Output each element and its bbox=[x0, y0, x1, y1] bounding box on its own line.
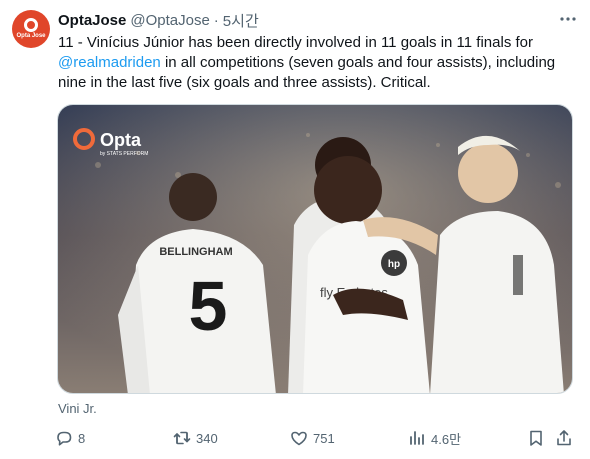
svg-text:hp: hp bbox=[388, 259, 400, 270]
reply-button[interactable]: 8 bbox=[54, 426, 85, 450]
views-button[interactable]: 4.6만 bbox=[407, 426, 461, 450]
shirt-name: BELLINGHAM bbox=[159, 246, 232, 258]
tweet-header: OptaJose @OptaJose · 5시간 bbox=[58, 10, 259, 30]
bookmark-icon bbox=[530, 430, 542, 446]
bookmark-button[interactable] bbox=[524, 426, 548, 450]
tweet-photo[interactable]: BELLINGHAM 5 hp fly Emirates Opta by STA… bbox=[57, 104, 573, 394]
heart-icon bbox=[291, 431, 307, 446]
timestamp[interactable]: 5시간 bbox=[223, 10, 259, 31]
like-count: 751 bbox=[313, 430, 335, 446]
shirt-number: 5 bbox=[189, 267, 228, 345]
avatar[interactable]: Opta Jose bbox=[12, 10, 50, 48]
like-button[interactable]: 751 bbox=[289, 426, 335, 450]
opta-logo-subtext: by STATS PERFORM bbox=[100, 151, 148, 157]
user-handle[interactable]: @OptaJose bbox=[130, 12, 209, 29]
tweet-text-start: 11 - Vinícius Júnior has been directly i… bbox=[58, 34, 533, 51]
views-chart-icon bbox=[410, 431, 424, 445]
more-icon bbox=[560, 17, 576, 21]
repost-count: 340 bbox=[196, 430, 218, 446]
media-caption: Vini Jr. bbox=[58, 401, 97, 416]
opta-logo-text: Opta bbox=[100, 130, 142, 150]
view-count: 4.6만 bbox=[431, 431, 462, 447]
tweet-text: 11 - Vinícius Júnior has been directly i… bbox=[58, 33, 578, 93]
more-options-button[interactable] bbox=[556, 8, 580, 30]
action-bar: 8 340 751 4.6만 bbox=[54, 426, 580, 450]
reply-icon bbox=[57, 431, 72, 446]
share-button[interactable] bbox=[552, 426, 576, 450]
celebration-photo: BELLINGHAM 5 hp fly Emirates Opta by STA… bbox=[58, 105, 572, 393]
tweet[interactable]: Opta Jose OptaJose @OptaJose · 5시간 11 - … bbox=[0, 0, 590, 459]
display-name[interactable]: OptaJose bbox=[58, 12, 126, 29]
repost-icon bbox=[173, 431, 191, 445]
repost-button[interactable]: 340 bbox=[172, 426, 218, 450]
share-icon bbox=[557, 430, 571, 446]
avatar-text: Opta Jose bbox=[16, 33, 46, 39]
separator-dot: · bbox=[213, 11, 219, 29]
reply-count: 8 bbox=[78, 430, 86, 446]
mention-link[interactable]: @realmadriden bbox=[58, 54, 161, 71]
opta-logo-icon bbox=[24, 18, 38, 32]
